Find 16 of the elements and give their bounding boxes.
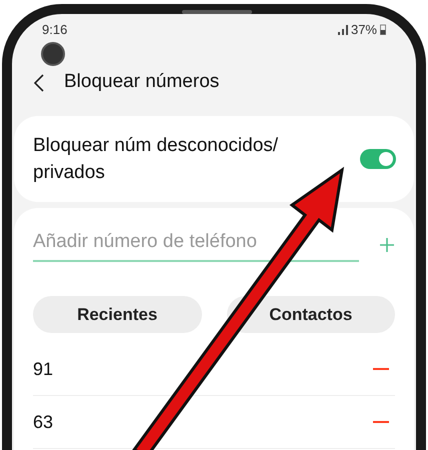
page-title: Bloquear números (64, 70, 220, 94)
status-time: 9:16 (42, 21, 68, 39)
remove-icon[interactable] (373, 420, 389, 424)
battery-percentage: 37% (350, 21, 377, 39)
add-icon[interactable] (379, 236, 395, 253)
signal-icon (338, 24, 348, 35)
phone-number-field[interactable]: Añadir número de teléfono (33, 228, 359, 262)
blocked-number: 63 (33, 410, 54, 434)
filter-button[interactable]: Recientes (33, 296, 202, 333)
remove-icon[interactable] (373, 368, 389, 370)
setting-label: Bloquear núm desconocidos/ privados (33, 134, 280, 184)
back-button[interactable] (34, 72, 46, 92)
blocked-number: 91 (33, 358, 54, 380)
speaker-grille (182, 10, 252, 14)
battery-icon (380, 24, 386, 36)
toggle-switch[interactable] (360, 148, 396, 168)
